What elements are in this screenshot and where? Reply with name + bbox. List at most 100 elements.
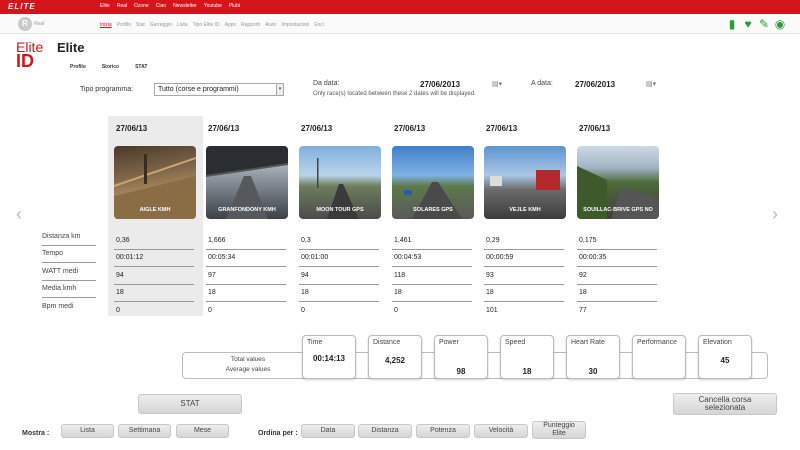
- ride-date: 27/06/13: [579, 123, 611, 133]
- top-menu-item[interactable]: Ozone: [134, 3, 149, 9]
- wrench-icon[interactable]: ✎: [758, 17, 770, 31]
- nav-item[interactable]: Profilo: [117, 22, 131, 28]
- sort-potenza-button[interactable]: Potenza: [416, 424, 470, 438]
- tab-storico[interactable]: Storico: [102, 64, 119, 70]
- ride-thumbnail[interactable]: SOLARES GPS: [392, 146, 474, 219]
- chevron-left-icon[interactable]: ‹: [16, 204, 22, 225]
- stat-watt: 118: [392, 267, 472, 285]
- nav-item[interactable]: Esci: [314, 22, 323, 28]
- real-logo[interactable]: R: [18, 17, 32, 31]
- sort-distanza-button[interactable]: Distanza: [358, 424, 412, 438]
- ride-column[interactable]: 27/06/13 MOON TOUR GPS 0,3 00:01:00 94 1…: [293, 116, 381, 320]
- row-label-distanza: Distanza km: [42, 228, 96, 246]
- ride-column[interactable]: 27/06/13 VEJLE KMH 0,29 00:00:59 93 18 1…: [478, 116, 566, 320]
- nav-item[interactable]: Stat: [136, 22, 145, 28]
- calendar-icon[interactable]: ▤▾: [492, 80, 502, 88]
- ride-thumbnail[interactable]: SOUILLAC-BRIVE GPS NO: [577, 146, 659, 219]
- top-bar: ELITE Elite Real Ozone Ciao Newsletter Y…: [0, 0, 800, 14]
- top-menu-item[interactable]: Ciao: [156, 3, 166, 9]
- stat-tempo: 00:00:35: [577, 250, 657, 267]
- ride-thumbnail[interactable]: VEJLE KMH: [484, 146, 566, 219]
- heart-icon[interactable]: ♥: [742, 17, 754, 31]
- row-label-media: Media kmh: [42, 281, 96, 298]
- globe-icon[interactable]: ◉: [774, 17, 786, 31]
- metric-card-speed: Speed 18: [500, 335, 554, 379]
- ride-stats: 0,29 00:00:59 93 18 101: [484, 232, 564, 320]
- top-menu-item[interactable]: Newsletter: [173, 3, 197, 9]
- ride-stats: 0,175 00:00:35 92 18 77: [577, 232, 657, 320]
- nav-item[interactable]: Apps: [225, 22, 236, 28]
- stat-distanza: 0,175: [577, 232, 657, 250]
- stat-tempo: 00:01:12: [114, 250, 194, 267]
- ride-date: 27/06/13: [394, 123, 426, 133]
- stat-media: 18: [114, 285, 194, 302]
- ride-thumbnail[interactable]: GRANFONDONY KMH: [206, 146, 288, 219]
- nav-item[interactable]: Lista: [177, 22, 188, 28]
- ride-column[interactable]: 27/06/13 AIGLE KMH 0,36 00:01:12 94 18 0: [108, 116, 196, 320]
- chevron-right-icon[interactable]: ›: [772, 204, 778, 225]
- show-lista-button[interactable]: Lista: [61, 424, 114, 438]
- tab-profilo[interactable]: Profilo: [70, 64, 86, 70]
- ride-stats: 0,3 00:01:00 94 18 0: [299, 232, 379, 320]
- elite-logo[interactable]: ELITE: [8, 2, 36, 11]
- stat-tempo: 00:05:34: [206, 250, 286, 267]
- da-data-input[interactable]: 27/06/2013: [420, 80, 460, 89]
- sort-velocita-button[interactable]: Velocità: [474, 424, 528, 438]
- nav-item-inizia[interactable]: Inizia: [100, 22, 112, 28]
- ride-column[interactable]: 27/06/13 GRANFONDONY KMH 1,666 00:05:34 …: [200, 116, 288, 320]
- stat-bpm: 0: [394, 307, 398, 315]
- nav-item[interactable]: Garreggio: [150, 22, 172, 28]
- top-menu-item[interactable]: Real: [117, 3, 127, 9]
- nav-item[interactable]: Impostazioni: [281, 22, 309, 28]
- metric-card-time: Time 00:14:13: [302, 335, 356, 379]
- stat-media: 18: [484, 285, 564, 302]
- stat-media: 18: [577, 285, 657, 302]
- nav-item[interactable]: Tipo Elite ID: [193, 22, 220, 28]
- calendar-icon[interactable]: ▤▾: [646, 80, 656, 88]
- nav-item[interactable]: Aiuto: [265, 22, 276, 28]
- sort-data-button[interactable]: Data: [301, 424, 355, 438]
- stat-bpm: 77: [579, 307, 587, 315]
- metric-card-performance: Performance: [632, 335, 686, 379]
- stat-watt: 93: [484, 267, 564, 285]
- metric-average: 18: [522, 367, 532, 376]
- ride-column[interactable]: 27/06/13 SOLARES GPS 1,461 00:04:53 118 …: [386, 116, 474, 320]
- nav-icons: ▮ ♥ ✎ ◉: [726, 17, 786, 31]
- stat-tempo: 00:00:59: [484, 250, 564, 267]
- stat-distanza: 0,29: [484, 232, 564, 250]
- ride-stats: 1,666 00:05:34 97 18 0: [206, 232, 286, 320]
- a-data-input[interactable]: 27/06/2013: [575, 80, 615, 89]
- ride-date: 27/06/13: [486, 123, 518, 133]
- ride-stats: 0,36 00:01:12 94 18 0: [114, 232, 194, 320]
- total-values-label: Total values: [230, 356, 266, 363]
- real-logo-text: Real: [34, 21, 45, 27]
- stat-button[interactable]: STAT: [138, 394, 242, 414]
- chevron-down-icon: ▾: [276, 84, 283, 95]
- top-menu-item[interactable]: Elite: [100, 3, 110, 9]
- cancel-selected-ride-button[interactable]: Cancella corsa selezionata: [673, 393, 777, 415]
- stat-bpm: 0: [301, 307, 305, 315]
- ride-column[interactable]: 27/06/13 SOUILLAC-BRIVE GPS NO 0,175 00:…: [571, 116, 659, 320]
- row-labels: Distanza km Tempo WATT medi Media kmh Bp…: [42, 228, 96, 316]
- tipo-programma-select[interactable]: Tutto (corse e programmi) ▾: [154, 83, 284, 96]
- tab-stat[interactable]: STAT: [135, 64, 147, 70]
- sort-punteggio-button[interactable]: Punteggio Elite: [532, 421, 586, 439]
- metric-card-power: Power 98: [434, 335, 488, 379]
- top-menu-item[interactable]: Youtube: [204, 3, 222, 9]
- stat-watt: 92: [577, 267, 657, 285]
- ride-thumbnail[interactable]: AIGLE KMH: [114, 146, 196, 219]
- stat-watt: 94: [299, 267, 379, 285]
- nav-item[interactable]: Rapporti: [241, 22, 260, 28]
- top-menu-item[interactable]: Plubi: [229, 3, 240, 9]
- ride-name: SOLARES GPS: [413, 207, 453, 213]
- row-label-tempo: Tempo: [42, 246, 96, 263]
- sub-tabs: Profilo Storico STAT: [70, 64, 147, 70]
- show-settimana-button[interactable]: Settimana: [118, 424, 171, 438]
- nav-bar: R Real Inizia Profilo Stat Garreggio Lis…: [0, 14, 800, 34]
- ride-thumbnail[interactable]: MOON TOUR GPS: [299, 146, 381, 219]
- average-values-label: Average values: [225, 366, 271, 373]
- ride-stats: 1,461 00:04:53 118 18 0: [392, 232, 472, 320]
- battery-icon[interactable]: ▮: [726, 17, 738, 31]
- ride-date: 27/06/13: [208, 123, 240, 133]
- show-mese-button[interactable]: Mese: [176, 424, 229, 438]
